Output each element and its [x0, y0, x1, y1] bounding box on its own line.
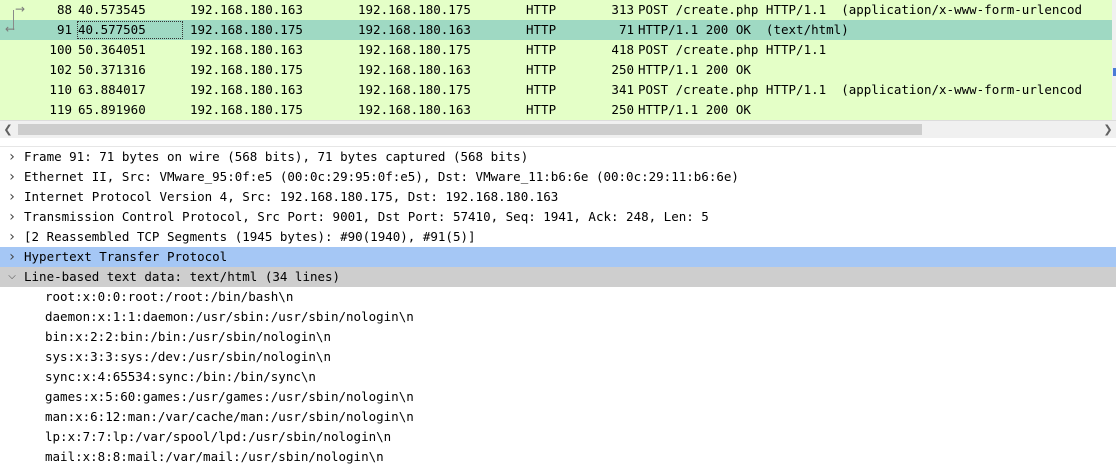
packet-cell-info: HTTP/1.1 200 OK [638, 62, 751, 77]
tree-item-label: [2 Reassembled TCP Segments (1945 bytes)… [24, 229, 476, 244]
packet-cell-info: POST /create.php HTTP/1.1 [638, 42, 827, 57]
tree-item[interactable]: ⌵ Line-based text data: text/html (34 lin… [0, 267, 1116, 287]
chevron-left-icon[interactable]: ❮ [0, 121, 16, 138]
packet-cell-src: 192.168.180.175 [190, 62, 303, 77]
packet-cell-proto: HTTP [526, 102, 557, 117]
text-data-line-label: bin:x:2:2:bin:/bin:/usr/sbin/nologin\n [45, 329, 331, 344]
packet-cell-dst: 192.168.180.175 [358, 2, 471, 17]
text-data-line[interactable]: sync:x:4:65534:sync:/bin:/bin/sync\n [0, 367, 1116, 387]
tree-item-label: Transmission Control Protocol, Src Port:… [24, 209, 709, 224]
packet-cell-info: HTTP/1.1 200 OK (text/html) [638, 22, 849, 37]
packet-row[interactable]: 110 63.884017 192.168.180.163 192.168.180.1… [0, 80, 1116, 100]
text-data-line-label: man:x:6:12:man:/var/cache/man:/usr/sbin/… [45, 409, 414, 424]
tree-item-label: Frame 91: 71 bytes on wire (568 bits), 7… [24, 149, 529, 164]
chevron-right-icon[interactable]: › [6, 207, 18, 227]
packet-cell-src: 192.168.180.163 [190, 2, 303, 17]
scrollbar-thumb[interactable] [18, 124, 922, 135]
packet-row[interactable]: → 88 40.573545 192.168.180.163 192.168.180.1… [0, 0, 1116, 20]
packet-cell-time: 40.573545 [78, 2, 146, 17]
packet-cell-info: POST /create.php HTTP/1.1 (application/x… [638, 2, 1083, 17]
tree-item[interactable]: › [2 Reassembled TCP Segments (1945 bytes… [0, 227, 1116, 247]
packet-cell-time: 50.371316 [78, 62, 146, 77]
tree-item[interactable]: › Internet Protocol Version 4, Src: 192.1… [0, 187, 1116, 207]
chevron-right-icon[interactable]: › [6, 187, 18, 207]
text-data-line-label: sys:x:3:3:sys:/dev:/usr/sbin/nologin\n [45, 349, 331, 364]
text-data-line-label: sync:x:4:65534:sync:/bin:/bin/sync\n [45, 369, 316, 384]
packet-cell-src: 192.168.180.175 [190, 102, 303, 117]
packet-row[interactable]: 100 50.364051 192.168.180.163 192.168.180.1… [0, 40, 1116, 60]
text-data-line[interactable]: root:x:0:0:root:/root:/bin/bash\n [0, 287, 1116, 307]
vertical-scrollbar[interactable] [1112, 0, 1116, 120]
text-data-line[interactable]: daemon:x:1:1:daemon:/usr/sbin:/usr/sbin/… [0, 307, 1116, 327]
packet-list[interactable]: → 88 40.573545 192.168.180.163 192.168.180.1… [0, 0, 1116, 120]
packet-details-tree[interactable]: › Frame 91: 71 bytes on wire (568 bits), … [0, 147, 1116, 466]
tree-item[interactable]: › Ethernet II, Src: VMware_95:0f:e5 (00:0… [0, 167, 1116, 187]
packet-cell-time: 65.891960 [78, 102, 146, 117]
text-data-line-label: lp:x:7:7:lp:/var/spool/lpd:/usr/sbin/nol… [45, 429, 392, 444]
tree-item-label: Internet Protocol Version 4, Src: 192.16… [24, 189, 559, 204]
packet-cell-no: 119 [49, 102, 72, 117]
tree-item-label: Line-based text data: text/html (34 line… [24, 269, 341, 284]
packet-cell-no: 91 [56, 22, 72, 37]
packet-cell-time: 63.884017 [78, 82, 146, 97]
text-data-line[interactable]: lp:x:7:7:lp:/var/spool/lpd:/usr/sbin/nol… [0, 427, 1116, 447]
chevron-right-icon[interactable]: › [6, 147, 18, 167]
packet-cell-proto: HTTP [526, 2, 557, 17]
tree-item[interactable]: › Frame 91: 71 bytes on wire (568 bits), … [0, 147, 1116, 167]
packet-cell-src: 192.168.180.163 [190, 42, 303, 57]
packet-cell-dst: 192.168.180.163 [358, 22, 471, 37]
packet-row[interactable]: ← 91 40.577505 192.168.180.175 192.168.180.1… [0, 20, 1116, 40]
text-data-line-label: games:x:5:60:games:/usr/games:/usr/sbin/… [45, 389, 414, 404]
packet-cell-time: 40.577505 [76, 20, 184, 40]
tree-item[interactable]: › Hypertext Transfer Protocol [0, 247, 1116, 267]
packet-cell-proto: HTTP [526, 22, 557, 37]
tree-item[interactable]: › Transmission Control Protocol, Src Port… [0, 207, 1116, 227]
horizontal-scrollbar[interactable]: ❮ ❯ [0, 120, 1116, 138]
chevron-right-icon[interactable]: › [6, 167, 18, 187]
packet-cell-proto: HTTP [526, 62, 557, 77]
text-data-line[interactable]: mail:x:8:8:mail:/var/mail:/usr/sbin/nolo… [0, 447, 1116, 466]
packet-row[interactable]: 119 65.891960 192.168.180.175 192.168.180.1… [0, 100, 1116, 120]
packet-cell-info: HTTP/1.1 200 OK [638, 102, 751, 117]
packet-cell-dst: 192.168.180.175 [358, 42, 471, 57]
packet-cell-no: 102 [49, 62, 72, 77]
chevron-down-icon[interactable]: ⌵ [6, 267, 18, 287]
text-data-line-label: mail:x:8:8:mail:/var/mail:/usr/sbin/nolo… [45, 449, 384, 464]
packet-cell-no: 100 [49, 42, 72, 57]
tree-item-label: Ethernet II, Src: VMware_95:0f:e5 (00:0c… [24, 169, 739, 184]
packet-cell-time: 50.364051 [78, 42, 146, 57]
chevron-right-icon[interactable]: › [6, 247, 18, 267]
packet-cell-len: 418 [611, 42, 634, 57]
packet-cell-proto: HTTP [526, 42, 557, 57]
packet-cell-src: 192.168.180.163 [190, 82, 303, 97]
text-data-line[interactable]: games:x:5:60:games:/usr/games:/usr/sbin/… [0, 387, 1116, 407]
packet-cell-dst: 192.168.180.163 [358, 102, 471, 117]
packet-cell-len: 250 [611, 102, 634, 117]
packet-cell-len: 313 [611, 2, 634, 17]
packet-cell-no: 88 [56, 2, 72, 17]
text-data-line[interactable]: bin:x:2:2:bin:/bin:/usr/sbin/nologin\n [0, 327, 1116, 347]
packet-cell-no: 110 [49, 82, 72, 97]
packet-cell-src: 192.168.180.175 [190, 22, 303, 37]
tree-item-label: Hypertext Transfer Protocol [24, 249, 228, 264]
packet-cell-dst: 192.168.180.163 [358, 62, 471, 77]
text-data-line-label: daemon:x:1:1:daemon:/usr/sbin:/usr/sbin/… [45, 309, 414, 324]
text-data-line-label: root:x:0:0:root:/root:/bin/bash\n [45, 289, 294, 304]
packet-cell-len: 341 [611, 82, 634, 97]
text-data-line[interactable]: man:x:6:12:man:/var/cache/man:/usr/sbin/… [0, 407, 1116, 427]
packet-cell-proto: HTTP [526, 82, 557, 97]
chevron-right-icon[interactable]: › [6, 227, 18, 247]
chevron-right-icon[interactable]: ❯ [1100, 121, 1116, 138]
packet-cell-dst: 192.168.180.175 [358, 82, 471, 97]
pane-splitter[interactable] [0, 138, 1116, 147]
packet-row[interactable]: 102 50.371316 192.168.180.175 192.168.180.1… [0, 60, 1116, 80]
packet-cell-info: POST /create.php HTTP/1.1 (application/x… [638, 82, 1083, 97]
text-data-line[interactable]: sys:x:3:3:sys:/dev:/usr/sbin/nologin\n [0, 347, 1116, 367]
packet-cell-len: 71 [618, 22, 634, 37]
packet-cell-len: 250 [611, 62, 634, 77]
